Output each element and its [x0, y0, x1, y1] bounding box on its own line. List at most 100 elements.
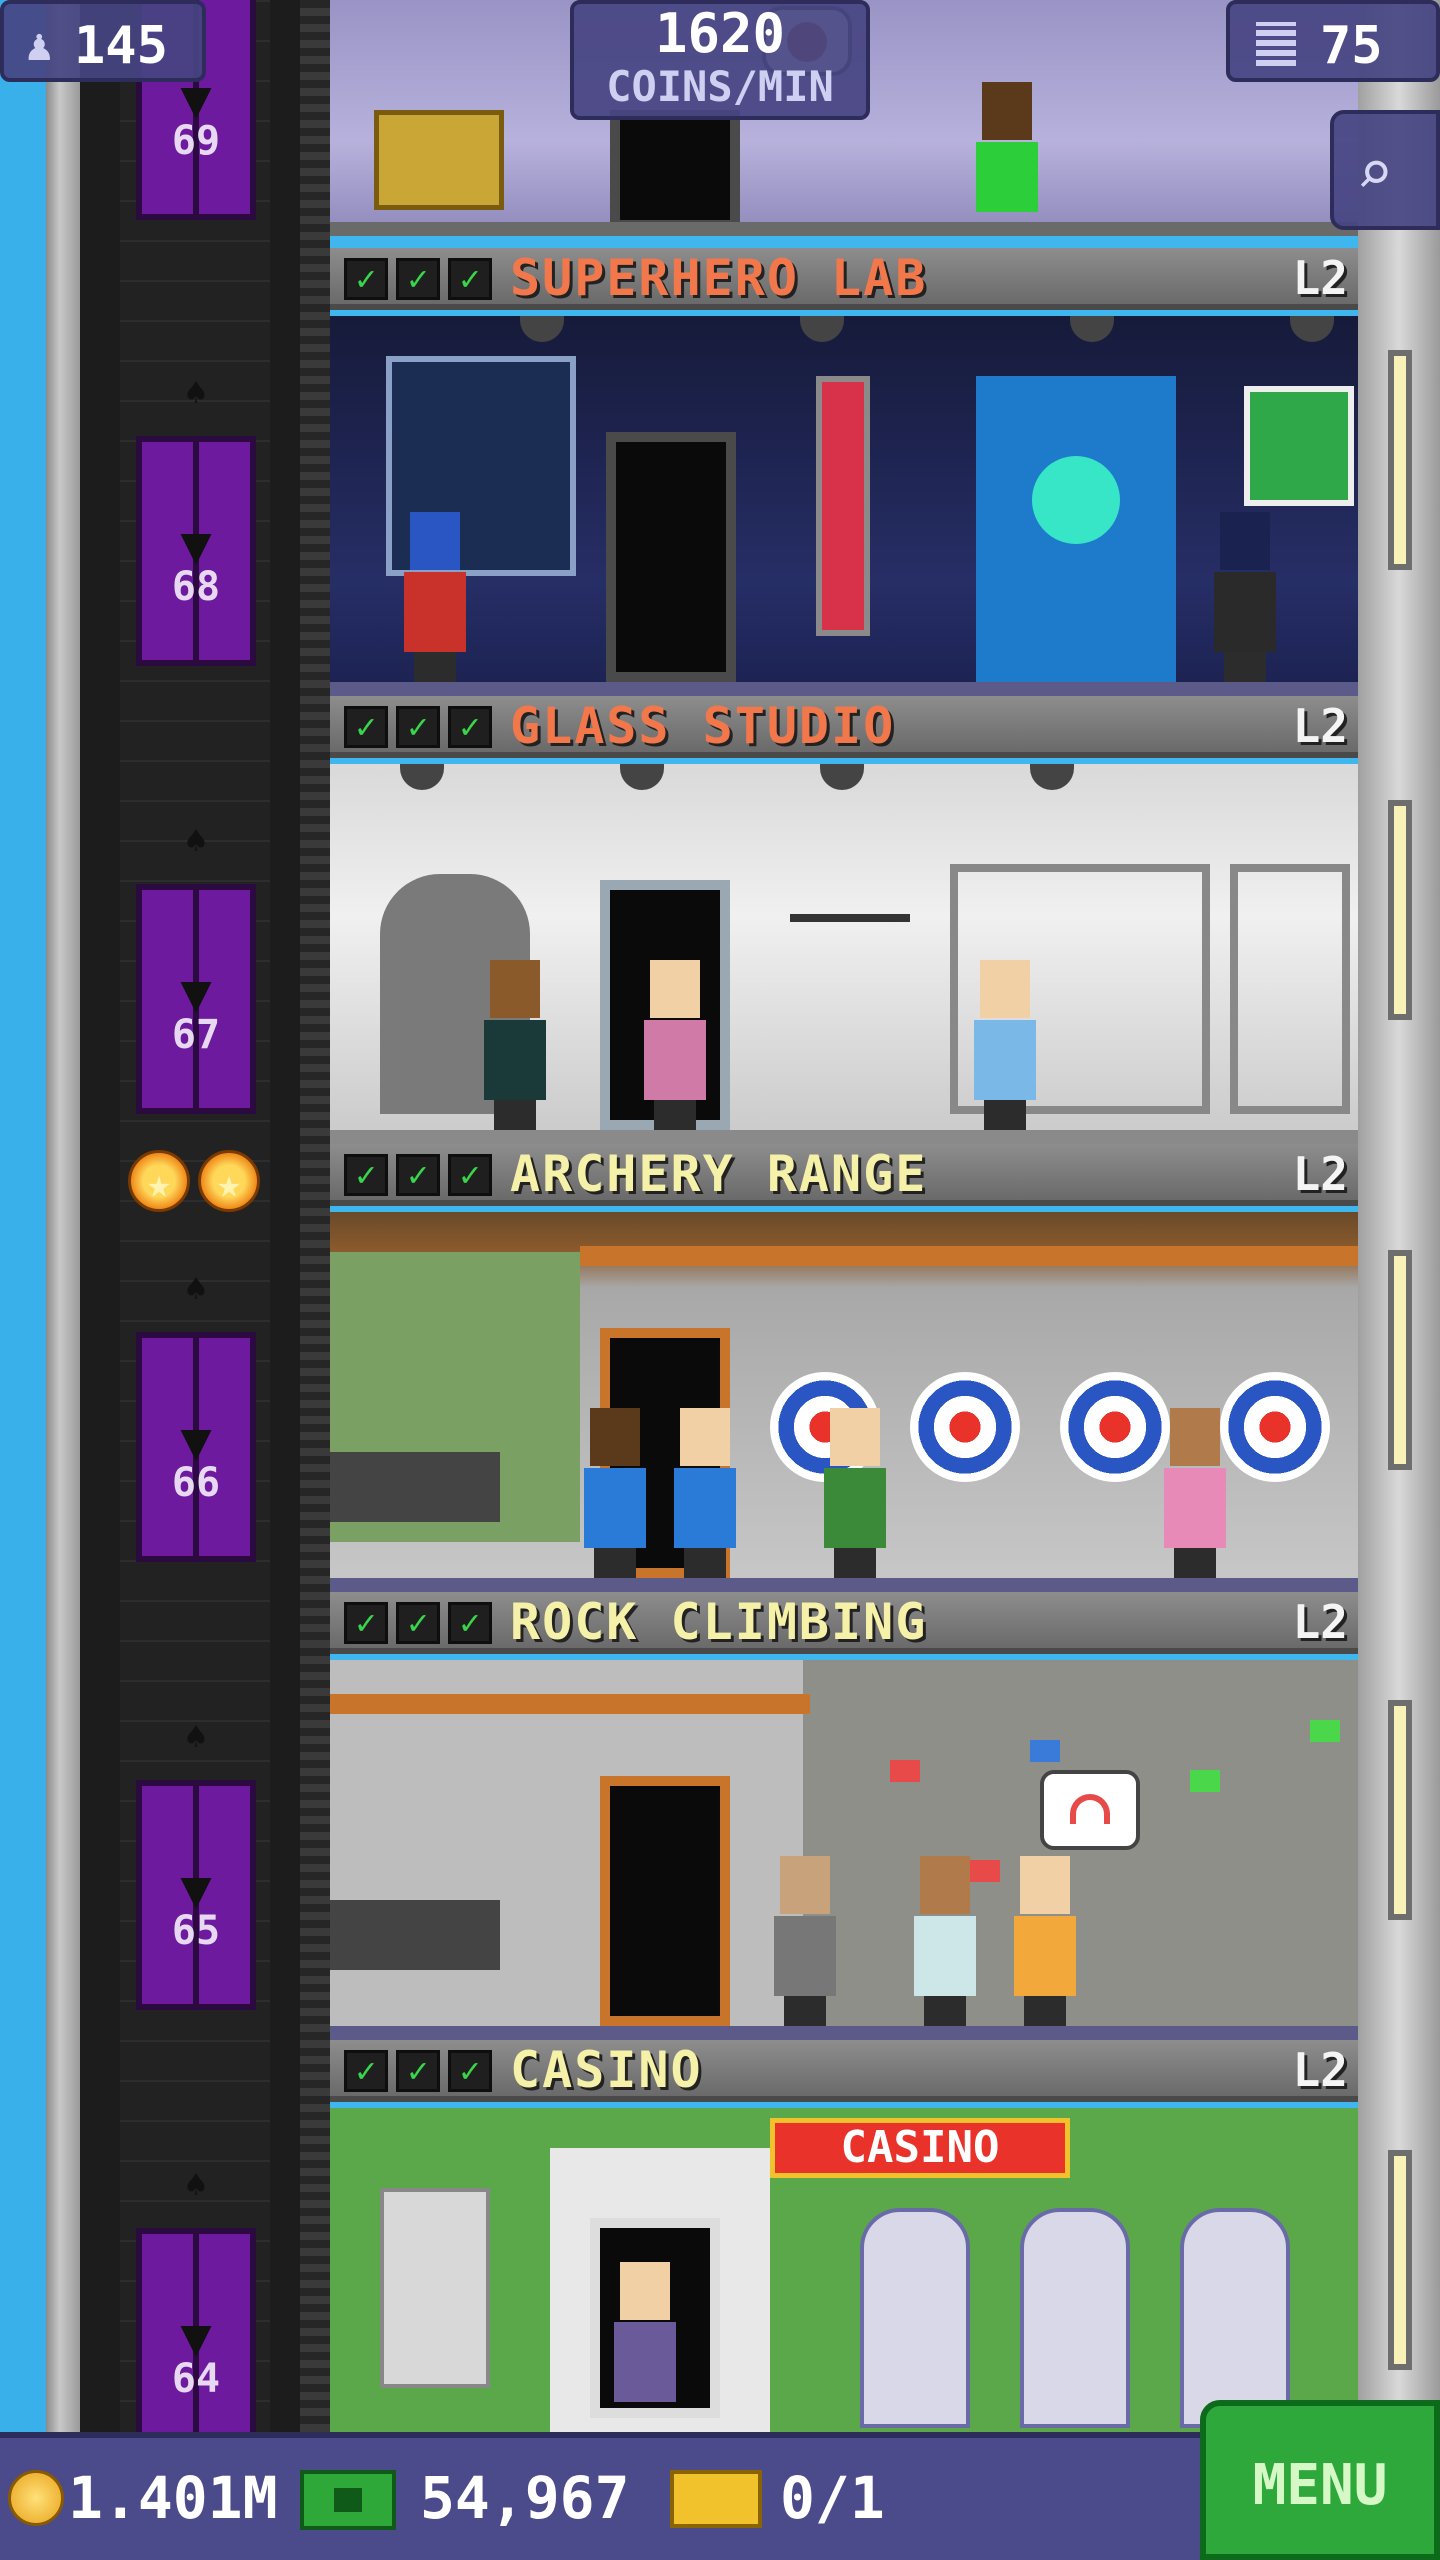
elevator-door-65[interactable]: ▼ 65 [136, 1780, 256, 2010]
check-icon: ✓ [396, 2050, 440, 2092]
resident-body [824, 1468, 886, 1548]
resident-head [490, 960, 540, 1018]
vip-stars[interactable]: ★ ★ [128, 1150, 260, 1212]
coins-per-min-value: 1620 [654, 2, 786, 65]
casino-sign: CASINO [770, 2118, 1070, 2178]
slot-machine [860, 2208, 970, 2428]
floor-name: CASINO [510, 2041, 703, 2099]
floor-superhero-lab[interactable]: ✓ ✓ ✓ SUPERHERO LAB L2 [330, 248, 1358, 696]
elevator-floor-number: 68 [171, 564, 221, 611]
wood-beam [330, 1694, 810, 1714]
room-interior: CASINO [330, 2108, 1358, 2432]
resident[interactable] [1160, 1408, 1230, 1578]
floor-header: ✓ ✓ ✓ ROCK CLIMBING L2 [330, 1592, 1358, 1654]
resident[interactable] [970, 960, 1040, 1130]
resident[interactable] [770, 1856, 840, 2026]
check-icon: ✓ [396, 1602, 440, 1644]
resident[interactable] [910, 1856, 980, 2026]
resident[interactable] [1010, 1856, 1080, 2026]
menu-button[interactable]: MENU [1200, 2400, 1440, 2560]
resident[interactable] [670, 1408, 740, 1578]
resident-body [914, 1916, 976, 1996]
resident-head [1220, 512, 1270, 570]
floor-glass-studio[interactable]: ✓ ✓ ✓ GLASS STUDIO L2 [330, 696, 1358, 1144]
population-counter[interactable]: ♟ 145 [0, 0, 206, 82]
resident[interactable] [610, 2262, 680, 2432]
ticket-icon[interactable] [670, 2470, 762, 2528]
resident-batman[interactable] [1210, 512, 1280, 682]
glass-shelf [1230, 864, 1350, 1114]
floor-header: ✓ ✓ ✓ GLASS STUDIO L2 [330, 696, 1358, 758]
coin-icon [8, 2470, 64, 2526]
elevator-door-66[interactable]: ▼ 66 [136, 1332, 256, 1562]
resident[interactable] [972, 82, 1042, 222]
floor-casino[interactable]: ✓ ✓ ✓ CASINO L2 CASINO [330, 2040, 1358, 2432]
check-icon: ✓ [344, 2050, 388, 2092]
floor-name: ARCHERY RANGE [510, 1145, 928, 1203]
floor-counter[interactable]: 75 [1226, 0, 1440, 82]
climbing-hold [1190, 1770, 1220, 1792]
shaft-marker-icon: ♠ [185, 2165, 207, 2206]
sky [0, 0, 46, 2560]
check-icon: ✓ [448, 1154, 492, 1196]
climbing-hold [1030, 1740, 1060, 1762]
resident[interactable] [640, 960, 710, 1130]
resident[interactable] [820, 1408, 890, 1578]
floor-base [330, 682, 1358, 696]
bux-icon[interactable] [300, 2470, 396, 2530]
resident[interactable] [580, 1408, 650, 1578]
floor-name: ROCK CLIMBING [510, 1593, 928, 1651]
resident-head [410, 512, 460, 570]
resident-body [484, 1020, 546, 1100]
window [1388, 1250, 1412, 1470]
room-interior [330, 1660, 1358, 2040]
elevator-door-64[interactable]: ▼ 64 [136, 2228, 256, 2458]
resident-body [614, 2322, 676, 2402]
resident-head [680, 1408, 730, 1466]
floor-stock-checks: ✓ ✓ ✓ [344, 1154, 492, 1196]
floor-base [330, 1130, 1358, 1144]
floor-stock-checks: ✓ ✓ ✓ [344, 258, 492, 300]
room-interior [330, 316, 1358, 696]
resident-body [1164, 1468, 1226, 1548]
ceiling-light [820, 764, 864, 790]
floor-archery-range[interactable]: ✓ ✓ ✓ ARCHERY RANGE L2 [330, 1144, 1358, 1592]
resident-body [1214, 572, 1276, 652]
counter [330, 1900, 500, 1970]
resident-head [1020, 1856, 1070, 1914]
wood-beam [580, 1246, 1358, 1266]
magnifier-icon: ⌕ [1356, 136, 1394, 209]
tower-outer-wall [46, 0, 80, 2560]
ceiling-light [1030, 764, 1074, 790]
ticket-count[interactable]: 0/1 [780, 2464, 885, 2532]
rope-icon [1070, 1794, 1110, 1824]
resident[interactable] [480, 960, 550, 1130]
coins-per-min-label: COINS/MIN [606, 62, 834, 111]
resident-legs [1174, 1548, 1216, 1578]
resident-body [974, 1020, 1036, 1100]
floor-level: L2 [1292, 2043, 1348, 2097]
furniture-cauldron [374, 110, 504, 210]
star-icon: ★ [128, 1150, 190, 1212]
floor-rock-climbing[interactable]: ✓ ✓ ✓ ROCK CLIMBING L2 [330, 1592, 1358, 2040]
coins-per-min-display: 1620 COINS/MIN [570, 0, 870, 120]
resident-legs [784, 1996, 826, 2026]
climbing-hold [890, 1760, 920, 1782]
elevator-door-67[interactable]: ▼ 67 [136, 884, 256, 1114]
ceiling-light [1290, 316, 1334, 342]
floor-header: ✓ ✓ ✓ CASINO L2 [330, 2040, 1358, 2102]
check-icon: ✓ [448, 706, 492, 748]
resident-body [976, 142, 1038, 212]
search-button[interactable]: ⌕ [1330, 110, 1440, 230]
population-value: 145 [74, 16, 168, 76]
bux-balance[interactable]: 54,967 [420, 2464, 630, 2532]
elevator-door-68[interactable]: ▼ 68 [136, 436, 256, 666]
shaft-marker-icon: ♠ [185, 821, 207, 862]
archery-target [910, 1372, 1020, 1482]
resident-head [1170, 1408, 1220, 1466]
resident-head [920, 1856, 970, 1914]
resident-legs [834, 1548, 876, 1578]
resident-head [590, 1408, 640, 1466]
resident-captain[interactable] [400, 512, 470, 682]
coins-balance: 1.401M [68, 2464, 278, 2532]
